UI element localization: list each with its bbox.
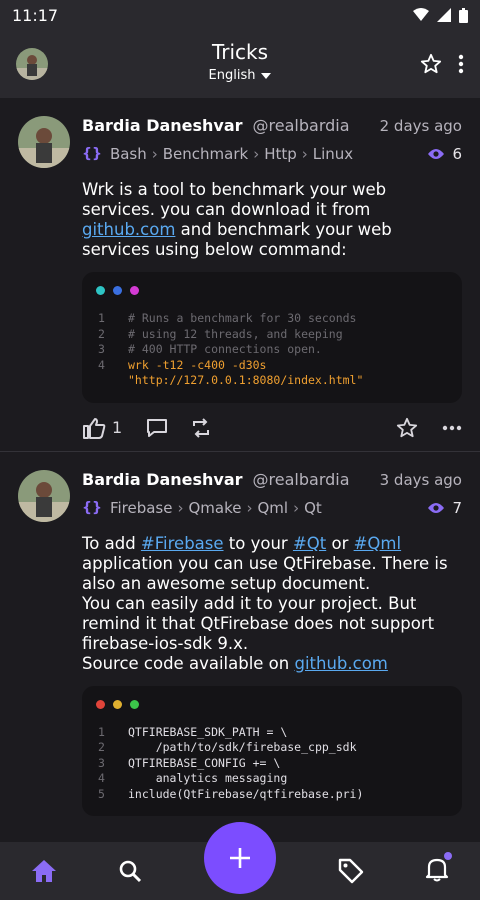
like-button[interactable]: 1 <box>82 417 122 439</box>
window-dot <box>113 286 122 295</box>
post-card[interactable]: Bardia Daneshvar @realbardia 2 days ago … <box>0 98 480 452</box>
window-dot <box>113 699 122 709</box>
code-line: 4 wrk -t12 -c400 -d30s "http://127.0.0.1:… <box>98 357 364 388</box>
wifi-icon <box>413 8 429 21</box>
tag[interactable]: Http <box>264 145 297 163</box>
view-count-value: 6 <box>452 145 462 163</box>
post-time: 3 days ago <box>379 470 462 489</box>
battery-icon <box>459 7 468 23</box>
post-text: to your <box>223 533 293 553</box>
language-select[interactable]: English <box>209 68 272 83</box>
chevron-right-icon: › <box>246 498 253 517</box>
create-post-button[interactable] <box>204 822 276 894</box>
status-time: 11:17 <box>12 5 59 25</box>
code-line: 2 # using 12 threads, and keeping <box>98 326 343 341</box>
feed: Bardia Daneshvar @realbardia 2 days ago … <box>0 98 480 842</box>
code-line: 5 include(QtFirebase/qtfirebase.pri) <box>98 786 364 801</box>
post-link[interactable]: github.com <box>82 220 175 239</box>
view-count: 6 <box>428 145 462 163</box>
chevron-right-icon: › <box>293 498 300 517</box>
post-time: 2 days ago <box>379 117 462 135</box>
post-text: To add <box>82 533 141 553</box>
window-dot <box>96 699 105 709</box>
tag[interactable]: Bash <box>110 145 147 163</box>
post-text: Source code available on <box>82 653 295 673</box>
author-name[interactable]: Bardia Daneshvar <box>82 470 243 489</box>
chevron-right-icon: › <box>301 145 308 163</box>
chevron-right-icon: › <box>177 498 184 517</box>
post-link[interactable]: github.com <box>294 654 387 673</box>
more-vertical-icon[interactable] <box>458 54 464 74</box>
chevron-right-icon: › <box>253 145 260 163</box>
hashtag-link[interactable]: #Qml <box>354 534 401 553</box>
chevron-down-icon <box>261 72 272 79</box>
view-count-value: 7 <box>452 498 462 517</box>
app-bar: Tricks English <box>0 30 480 98</box>
eye-icon <box>428 149 445 159</box>
post-text: application you can use QtFirebase. Ther… <box>82 553 448 593</box>
tag[interactable]: Qml <box>257 499 288 517</box>
window-dot <box>130 699 139 709</box>
code-block: 1 # Runs a benchmark for 30 seconds 2 # us… <box>82 272 462 403</box>
post-actions: 1 <box>82 417 462 439</box>
thumbs-up-icon <box>83 417 106 439</box>
code-line: 3 QTFIREBASE_CONFIG += \ <box>98 755 281 770</box>
window-dot <box>130 286 139 295</box>
tag[interactable]: Linux <box>313 145 353 163</box>
post-text: You can easily add it to your project. B… <box>82 593 435 653</box>
comment-icon[interactable] <box>146 418 168 438</box>
post-text: Wrk is a tool to benchmark your web serv… <box>82 180 387 219</box>
star-icon[interactable] <box>420 53 442 75</box>
window-dot <box>96 286 105 295</box>
hashtag-link[interactable]: #Firebase <box>141 534 224 553</box>
like-count: 1 <box>112 418 123 437</box>
code-line: 1 # Runs a benchmark for 30 seconds <box>98 311 357 325</box>
more-horizontal-icon[interactable] <box>442 425 462 431</box>
page-title: Tricks <box>211 40 269 64</box>
tags-row: {} Firebase › Qmake › Qml › Qt 7 <box>82 499 462 517</box>
search-icon[interactable] <box>118 859 142 883</box>
chevron-right-icon: › <box>151 145 158 163</box>
home-icon[interactable] <box>31 859 57 883</box>
signal-icon <box>437 8 451 22</box>
post-card[interactable]: Bardia Daneshvar @realbardia 3 days ago … <box>0 452 480 829</box>
code-line: 1 QTFIREBASE_SDK_PATH = \ <box>98 724 288 739</box>
tag-icon[interactable] <box>338 858 364 884</box>
code-braces-icon: {} <box>82 499 102 516</box>
tags-row: {} Bash › Benchmark › Http › Linux 6 <box>82 145 462 163</box>
tag[interactable]: Qt <box>304 499 322 517</box>
author-handle[interactable]: @realbardia <box>253 116 350 135</box>
post-body: Wrk is a tool to benchmark your web serv… <box>82 180 462 403</box>
language-label: English <box>208 68 256 83</box>
author-avatar[interactable] <box>18 469 70 522</box>
code-line: 2 /path/to/sdk/firebase_cpp_sdk <box>98 740 357 754</box>
author-handle[interactable]: @realbardia <box>253 470 350 489</box>
bell-icon <box>426 858 449 882</box>
code-line: 4 analytics messaging <box>98 771 288 785</box>
bookmark-star-icon[interactable] <box>396 417 418 439</box>
code-braces-icon: {} <box>82 146 102 162</box>
author-name[interactable]: Bardia Daneshvar <box>82 116 243 135</box>
author-avatar[interactable] <box>18 116 70 168</box>
tag[interactable]: Benchmark <box>163 145 248 163</box>
notifications-button[interactable] <box>425 856 449 886</box>
view-count: 7 <box>428 499 462 517</box>
code-block: 1 QTFIREBASE_SDK_PATH = \ 2 /path/to/sdk/… <box>82 685 462 816</box>
post-body: To add #Firebase to your #Qt or #Qml app… <box>82 533 462 816</box>
eye-icon <box>428 502 445 513</box>
notification-badge <box>444 852 452 860</box>
hashtag-link[interactable]: #Qt <box>293 534 326 553</box>
tag[interactable]: Qmake <box>188 499 241 517</box>
code-line: 3 # 400 HTTP connections open. <box>98 342 322 356</box>
repost-icon[interactable] <box>190 417 212 438</box>
status-bar: 11:17 <box>0 0 480 30</box>
post-text: or <box>326 533 354 553</box>
plus-icon <box>230 848 250 868</box>
tag[interactable]: Firebase <box>110 499 173 517</box>
